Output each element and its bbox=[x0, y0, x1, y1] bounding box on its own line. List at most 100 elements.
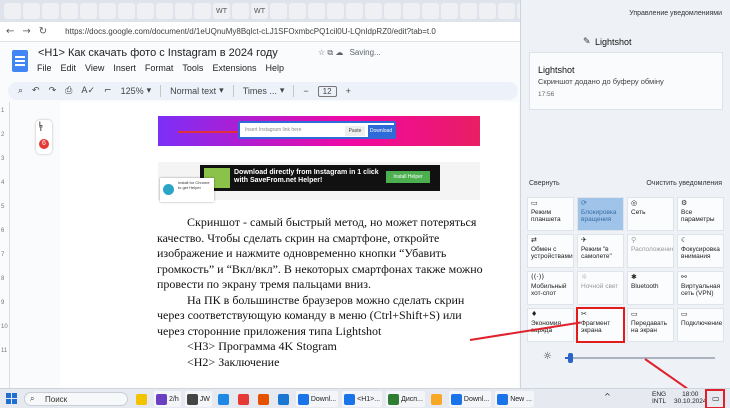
browser-tab[interactable] bbox=[194, 3, 211, 19]
quick-action-tile[interactable]: ✈ Режим "в самолете" bbox=[577, 234, 624, 268]
notification-center-button[interactable]: ▭ bbox=[705, 389, 725, 408]
collapse-quick-actions-link[interactable]: Свернуть bbox=[529, 180, 560, 187]
browser-tab[interactable] bbox=[270, 3, 287, 19]
taskbar-app[interactable]: Дисп... bbox=[386, 391, 425, 407]
paragraph-pc-screenshot[interactable]: На ПК в большинстве браузеров можно сдел… bbox=[157, 293, 487, 340]
taskbar-app[interactable] bbox=[276, 391, 292, 407]
star-move-cloud-icons[interactable]: ☆ ⧉ ☁ bbox=[318, 48, 343, 57]
taskbar-clock[interactable]: 18:00 30.10.2024 bbox=[674, 391, 707, 405]
quick-action-tile[interactable]: ▭ Передавать на экран bbox=[627, 308, 674, 342]
grammar-widget[interactable]: LT 6 bbox=[36, 120, 52, 154]
zoom-select[interactable]: 125% ▾ bbox=[121, 86, 152, 96]
quick-action-tile[interactable]: ▭ Режим планшета bbox=[527, 197, 574, 231]
quick-action-tile[interactable]: ✱ Bluetooth bbox=[627, 271, 674, 305]
browser-tab[interactable] bbox=[232, 3, 249, 19]
quick-action-tile[interactable]: ◎ Сеть bbox=[627, 197, 674, 231]
menu-insert[interactable]: Insert bbox=[113, 63, 136, 73]
browser-tab[interactable]: WT bbox=[251, 3, 268, 19]
menu-help[interactable]: Help bbox=[265, 63, 284, 73]
quick-action-tile[interactable]: ⚙ Все параметры bbox=[677, 197, 724, 231]
notification-card[interactable]: Lightshot Скриншот додано до буферу обмі… bbox=[529, 52, 723, 110]
browser-tab[interactable] bbox=[422, 3, 439, 19]
embedded-image-savefrom-search[interactable]: Insert Instagram link here Paste Downloa… bbox=[158, 116, 480, 146]
quick-action-tile[interactable]: ⇄ Обмен с устройствами bbox=[527, 234, 574, 268]
issues-count-badge[interactable]: 6 bbox=[39, 139, 49, 149]
quick-action-tile[interactable]: ((·)) Мобильный хот-спот bbox=[527, 271, 574, 305]
brightness-slider[interactable]: ☼ bbox=[543, 351, 723, 364]
address-bar-url[interactable]: https://docs.google.com/document/d/1eUQn… bbox=[65, 27, 436, 36]
quick-action-tile[interactable]: ⚯ Виртуальная сеть (VPN) bbox=[677, 271, 724, 305]
taskbar-app[interactable] bbox=[236, 391, 252, 407]
font-size-decrease-button[interactable]: − bbox=[303, 86, 308, 96]
brightness-thumb[interactable] bbox=[568, 353, 573, 363]
browser-tab[interactable] bbox=[99, 3, 116, 19]
taskbar-app[interactable] bbox=[134, 391, 150, 407]
clear-notifications-link[interactable]: Очистить уведомления bbox=[646, 180, 722, 187]
taskbar-app[interactable]: Downl... bbox=[295, 391, 339, 407]
taskbar-app[interactable] bbox=[429, 391, 445, 407]
browser-tab[interactable] bbox=[346, 3, 363, 19]
browser-tab[interactable] bbox=[4, 3, 21, 19]
windows-start-icon[interactable] bbox=[6, 393, 18, 405]
font-size-increase-button[interactable]: + bbox=[346, 86, 351, 96]
browser-tab[interactable] bbox=[23, 3, 40, 19]
taskbar-app[interactable]: <H1>... bbox=[342, 391, 383, 407]
docs-logo-icon[interactable] bbox=[12, 50, 28, 72]
paragraph-style-select[interactable]: Normal text ▾ bbox=[170, 86, 224, 96]
taskbar-app[interactable]: 2/h bbox=[154, 391, 181, 407]
menu-tools[interactable]: Tools bbox=[182, 63, 203, 73]
menu-file[interactable]: File bbox=[37, 63, 52, 73]
menu-view[interactable]: View bbox=[85, 63, 104, 73]
browser-tab[interactable] bbox=[61, 3, 78, 19]
browser-tab[interactable] bbox=[308, 3, 325, 19]
browser-tab[interactable] bbox=[175, 3, 192, 19]
taskbar-app[interactable]: Downl... bbox=[448, 391, 492, 407]
heading-4k-stogram[interactable]: <H3> Программа 4K Stogram bbox=[157, 339, 487, 355]
spellcheck-icon[interactable]: A✓ bbox=[81, 86, 95, 96]
print-icon[interactable]: ⎙ bbox=[65, 86, 72, 96]
browser-tab[interactable]: WT bbox=[213, 3, 230, 19]
document-title[interactable]: <H1> Как скачать фото с Instagram в 2024… bbox=[38, 47, 278, 59]
browser-tab[interactable] bbox=[327, 3, 344, 19]
browser-tab[interactable] bbox=[289, 3, 306, 19]
manage-notifications-link[interactable]: Управление уведомлениями bbox=[629, 10, 722, 17]
quick-action-tile[interactable]: ✂ Фрагмент экрана bbox=[576, 307, 625, 343]
browser-tab[interactable] bbox=[118, 3, 135, 19]
back-icon[interactable]: ← bbox=[6, 26, 14, 37]
quick-action-tile[interactable]: ▭ Подключение bbox=[677, 308, 724, 342]
browser-tab[interactable] bbox=[137, 3, 154, 19]
quick-action-tile[interactable]: ☾ Фокусировка внимания bbox=[677, 234, 724, 268]
browser-tab[interactable] bbox=[441, 3, 458, 19]
taskbar-app[interactable] bbox=[216, 391, 232, 407]
taskbar-app[interactable]: New ... bbox=[495, 391, 534, 407]
taskbar-search-box[interactable]: ⌕ Поиск bbox=[24, 392, 128, 406]
browser-tab[interactable] bbox=[479, 3, 496, 19]
browser-tab[interactable] bbox=[403, 3, 420, 19]
brightness-track[interactable] bbox=[565, 357, 715, 359]
document-body-text[interactable]: Скриншот - самый быстрый метод, но может… bbox=[157, 215, 487, 370]
menu-extensions[interactable]: Extensions bbox=[212, 63, 256, 73]
tray-chevron-icon[interactable]: ^ bbox=[604, 392, 611, 401]
browser-tab[interactable] bbox=[460, 3, 477, 19]
paint-format-icon[interactable]: ⌐ bbox=[104, 86, 112, 96]
reload-icon[interactable]: ↻ bbox=[39, 26, 47, 37]
taskbar-app[interactable] bbox=[256, 391, 272, 407]
taskbar-app[interactable]: JW bbox=[184, 391, 212, 407]
browser-tab[interactable] bbox=[156, 3, 173, 19]
embedded-image-savefrom-helper[interactable]: Download directly from Instagram in 1 cl… bbox=[158, 162, 480, 202]
quick-action-tile[interactable]: ⟳ Блокировка вращения bbox=[577, 197, 624, 231]
search-menus-icon[interactable]: ⌕ bbox=[18, 86, 23, 96]
undo-icon[interactable]: ↶ bbox=[32, 86, 40, 96]
forward-icon[interactable]: → bbox=[22, 26, 30, 37]
quick-action-tile[interactable]: ☼ Ночной свет bbox=[577, 271, 624, 305]
browser-tab[interactable] bbox=[384, 3, 401, 19]
browser-tab[interactable] bbox=[365, 3, 382, 19]
paragraph-screenshot[interactable]: Скриншот - самый быстрый метод, но может… bbox=[157, 215, 487, 293]
heading-conclusion[interactable]: <H2> Заключение bbox=[157, 355, 487, 371]
document-page[interactable]: Insert Instagram link here Paste Downloa… bbox=[60, 102, 518, 388]
menu-format[interactable]: Format bbox=[145, 63, 174, 73]
redo-icon[interactable]: ↷ bbox=[49, 86, 57, 96]
browser-tab[interactable] bbox=[42, 3, 59, 19]
font-family-select[interactable]: Times ... ▾ bbox=[243, 86, 285, 96]
menu-edit[interactable]: Edit bbox=[61, 63, 77, 73]
